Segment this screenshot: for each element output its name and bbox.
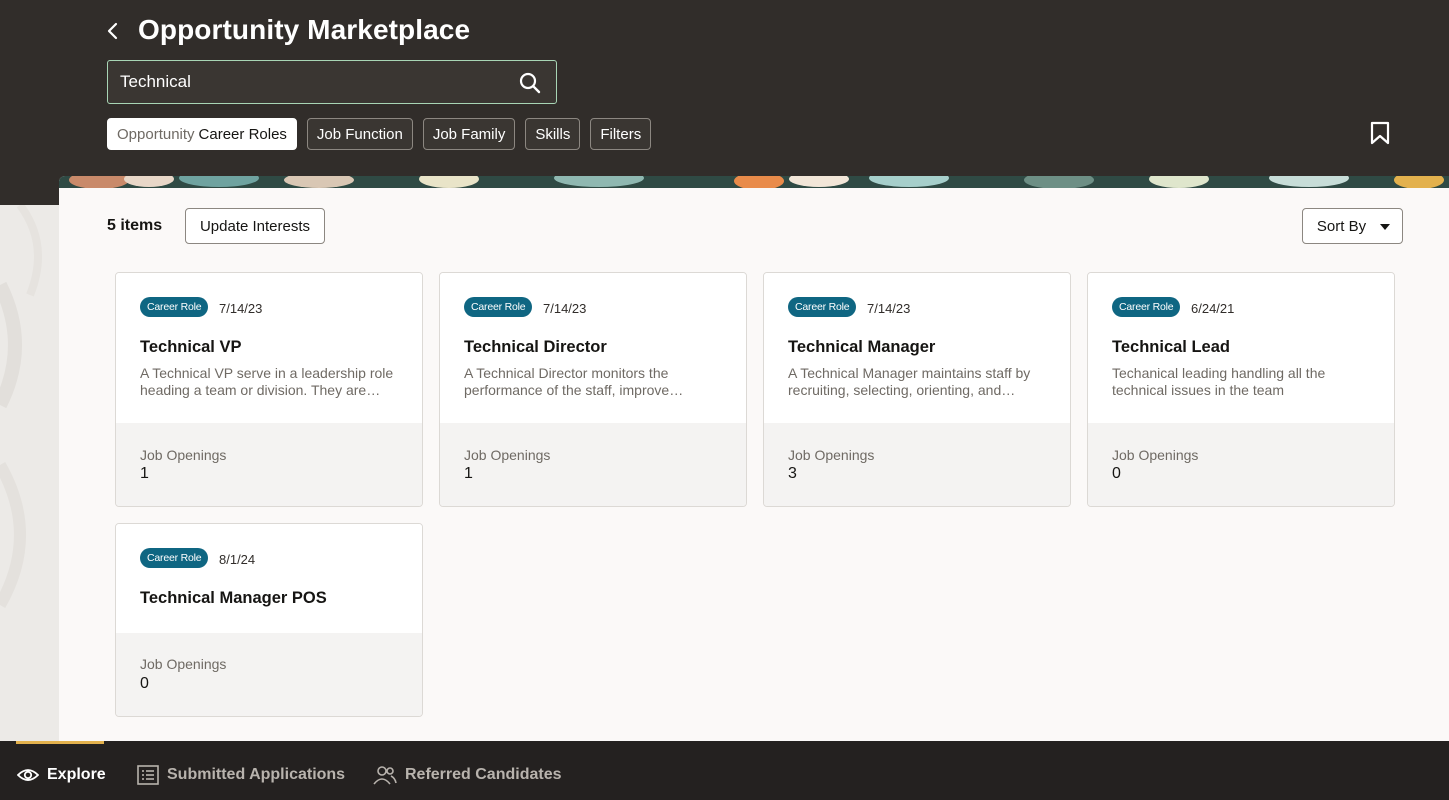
career-role-badge: Career Role: [788, 297, 857, 317]
chip-job-family[interactable]: Job Family: [422, 118, 516, 150]
job-openings-count: 3: [788, 465, 797, 482]
card-title: Technical Director: [464, 338, 607, 356]
card-description: A Technical Director monitors the perfor…: [464, 365, 670, 398]
job-openings-label: Job Openings: [1112, 447, 1199, 463]
results-panel: 5 items Update Interests Sort By Career …: [59, 176, 1449, 741]
page-header: Opportunity Marketplace Opportunity Care…: [0, 0, 1449, 205]
job-openings-count: 1: [464, 465, 473, 482]
card-footer: Job Openings 0: [1088, 423, 1394, 506]
active-tab-indicator: [16, 741, 104, 744]
card-header: Career Role 7/14/23 Technical Director A…: [440, 273, 746, 423]
chip-label: Job Function: [316, 125, 403, 143]
chip-skills[interactable]: Skills: [525, 118, 581, 150]
card-header: Career Role 8/1/24 Technical Manager POS: [116, 524, 422, 633]
card-description: A Technical VP serve in a leadership rol…: [140, 365, 394, 398]
decorative-background: [0, 205, 60, 741]
filter-chips: Opportunity Career Roles Job Function Jo…: [107, 118, 652, 150]
eye-icon: [17, 769, 39, 781]
card-date: 8/1/24: [219, 552, 256, 567]
users-icon: [373, 766, 397, 785]
search-icon: [519, 72, 541, 94]
card-date: 6/24/21: [1191, 301, 1235, 316]
job-openings-count: 1: [140, 465, 149, 482]
card-header: Career Role 7/14/23 Technical VP A Techn…: [116, 273, 422, 423]
job-openings-count: 0: [1112, 465, 1121, 482]
chip-career-roles[interactable]: Opportunity Career Roles: [107, 118, 297, 150]
career-role-card[interactable]: Career Role 7/14/23 Technical VP A Techn…: [115, 272, 423, 507]
search-button[interactable]: [518, 71, 542, 95]
career-role-badge: Career Role: [464, 297, 533, 317]
card-title: Technical VP: [140, 338, 242, 356]
job-openings-label: Job Openings: [140, 656, 227, 672]
nav-label: Submitted Applications: [167, 766, 346, 783]
sort-by-button[interactable]: Sort By: [1302, 208, 1403, 244]
nav-referred-candidates[interactable]: Referred Candidates: [373, 763, 562, 787]
card-footer: Job Openings 1: [116, 423, 422, 506]
chevron-left-icon: [107, 22, 118, 40]
bookmark-button[interactable]: [1369, 121, 1393, 147]
chip-label: Job Family: [432, 125, 506, 143]
search-input[interactable]: [120, 61, 510, 103]
card-date: 7/14/23: [543, 301, 587, 316]
card-date: 7/14/23: [219, 301, 263, 316]
job-openings-label: Job Openings: [464, 447, 551, 463]
chip-job-function[interactable]: Job Function: [306, 118, 413, 150]
job-openings-label: Job Openings: [788, 447, 875, 463]
career-role-card[interactable]: Career Role 7/14/23 Technical Director A…: [439, 272, 747, 507]
bookmark-icon: [1370, 121, 1390, 145]
card-title: Technical Manager POS: [140, 589, 327, 607]
sort-by-label: Sort By: [1316, 217, 1367, 235]
job-openings-label: Job Openings: [140, 447, 227, 463]
nav-label: Explore: [47, 766, 106, 783]
chip-prefix: Opportunity: [117, 125, 195, 143]
chip-filters[interactable]: Filters: [590, 118, 652, 150]
bottom-navigation: Explore Submitted Applications Referred …: [0, 741, 1449, 800]
nav-explore[interactable]: Explore: [17, 763, 106, 787]
career-role-card[interactable]: Career Role 8/1/24 Technical Manager POS…: [115, 523, 423, 717]
update-interests-button[interactable]: Update Interests: [185, 208, 325, 244]
chip-label: Career Roles: [198, 125, 287, 143]
items-count: 5 items: [107, 217, 163, 234]
card-title: Technical Lead: [1112, 338, 1230, 356]
career-role-badge: Career Role: [1112, 297, 1181, 317]
card-date: 7/14/23: [867, 301, 911, 316]
chip-label: Filters: [600, 125, 642, 143]
page-title: Opportunity Marketplace: [138, 14, 471, 45]
search-box: [107, 60, 557, 104]
job-openings-count: 0: [140, 675, 149, 692]
chip-label: Skills: [535, 125, 571, 143]
card-footer: Job Openings 3: [764, 423, 1070, 506]
back-button[interactable]: [101, 18, 125, 44]
card-footer: Job Openings 1: [440, 423, 746, 506]
card-title: Technical Manager: [788, 338, 936, 356]
nav-label: Referred Candidates: [405, 766, 562, 783]
card-footer: Job Openings 0: [116, 633, 422, 716]
card-header: Career Role 7/14/23 Technical Manager A …: [764, 273, 1070, 423]
caret-down-icon: [1380, 224, 1390, 230]
nav-submitted-applications[interactable]: Submitted Applications: [137, 763, 345, 787]
list-icon: [137, 765, 159, 785]
career-role-badge: Career Role: [140, 297, 209, 317]
career-role-badge: Career Role: [140, 548, 209, 568]
card-description: Techanical leading handling all the tech…: [1112, 365, 1326, 398]
card-description: A Technical Manager maintains staff by r…: [788, 365, 1031, 398]
decorative-banner: [59, 176, 1449, 188]
card-header: Career Role 6/24/21 Technical Lead Techa…: [1088, 273, 1394, 423]
career-role-card[interactable]: Career Role 6/24/21 Technical Lead Techa…: [1087, 272, 1395, 507]
career-role-card[interactable]: Career Role 7/14/23 Technical Manager A …: [763, 272, 1071, 507]
